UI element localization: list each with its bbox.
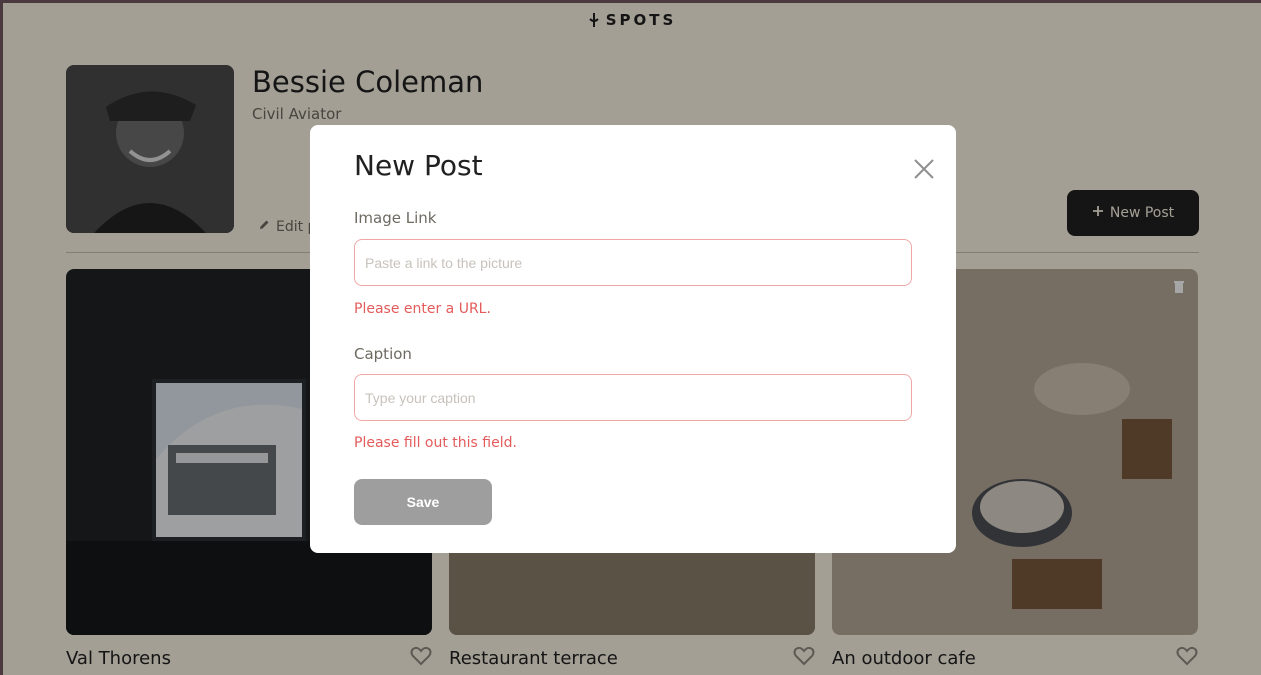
caption-input[interactable] [354, 374, 912, 421]
image-link-label: Image Link [354, 209, 437, 227]
caption-label: Caption [354, 345, 412, 363]
new-post-modal: New Post Image Link Please enter a URL. … [310, 125, 956, 553]
close-icon [912, 159, 936, 185]
image-link-input[interactable] [354, 239, 912, 286]
close-button[interactable] [912, 157, 936, 181]
caption-error: Please fill out this field. [354, 435, 517, 451]
modal-title: New Post [354, 149, 483, 182]
image-link-error: Please enter a URL. [354, 301, 491, 317]
save-button[interactable]: Save [354, 479, 492, 525]
